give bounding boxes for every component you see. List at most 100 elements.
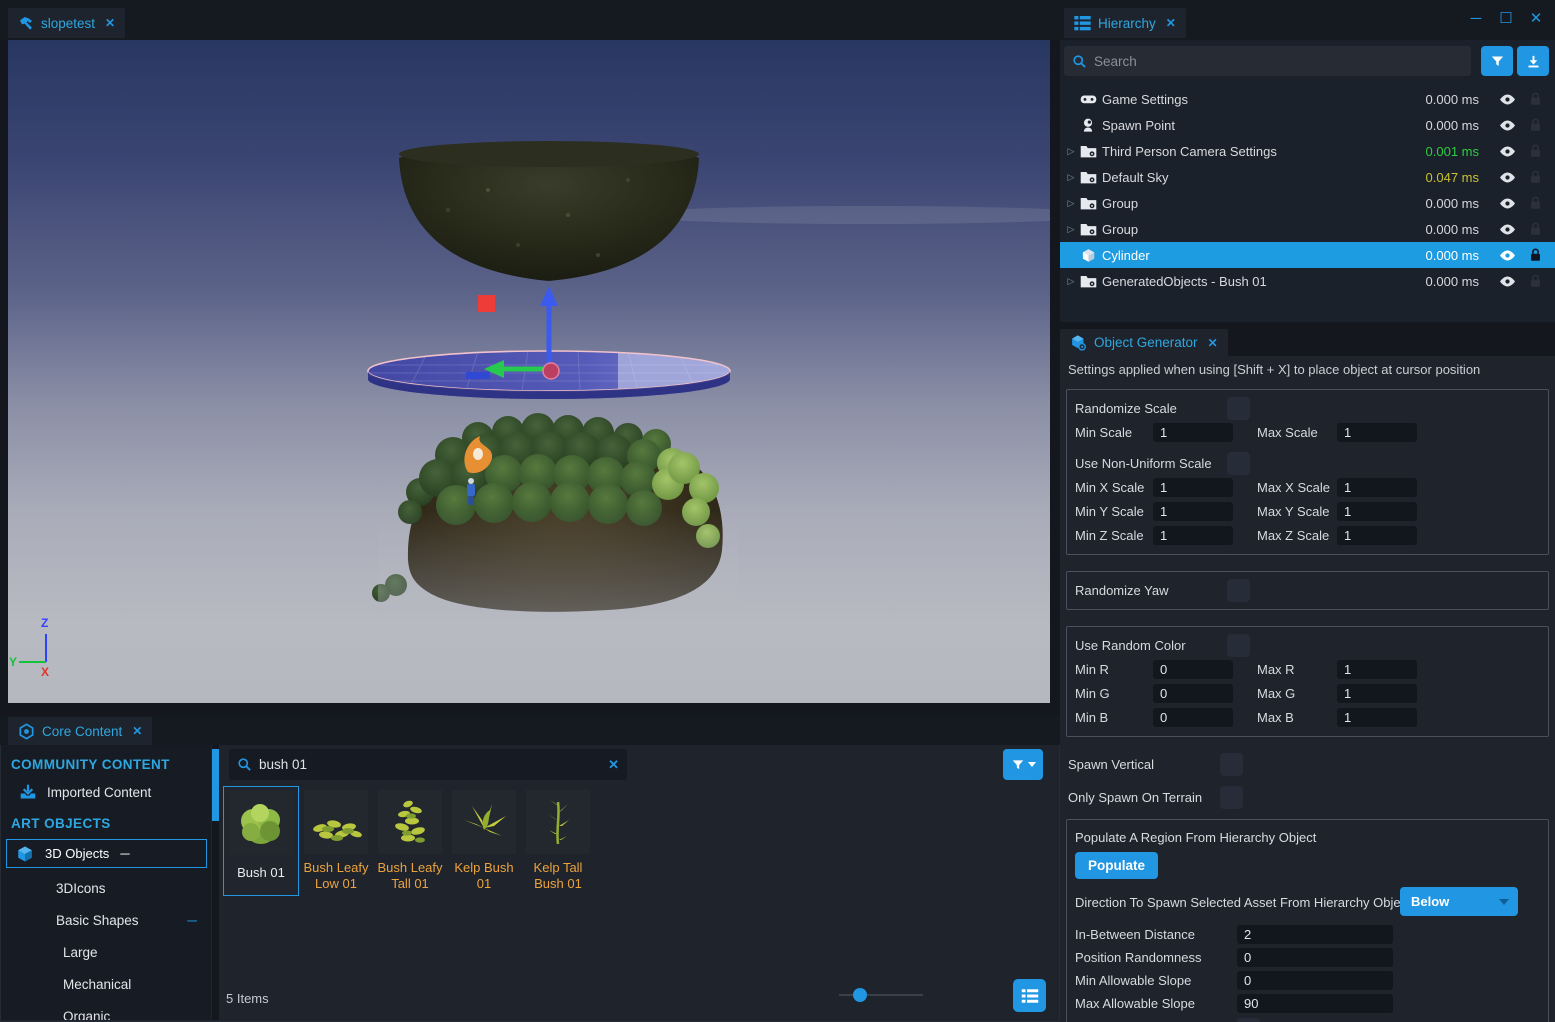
direction-dropdown[interactable]: Below xyxy=(1400,887,1518,916)
close-icon[interactable]: ✕ xyxy=(1166,16,1176,30)
hierarchy-row-cylinder[interactable]: Cylinder 0.000 ms xyxy=(1060,242,1555,268)
red-square-marker[interactable] xyxy=(478,295,495,312)
bush-island[interactable] xyxy=(372,413,738,630)
hierarchy-row-camera-settings[interactable]: ▷ Third Person Camera Settings 0.001 ms xyxy=(1060,138,1555,164)
asset-item-kelp-tall-bush-01[interactable]: Kelp Tall Bush 01 xyxy=(521,786,595,892)
max-z-scale-input[interactable] xyxy=(1337,526,1417,545)
put-objects-in-group-checkbox[interactable] xyxy=(1237,1018,1260,1022)
use-random-color-checkbox[interactable] xyxy=(1227,634,1250,657)
max-b-input[interactable] xyxy=(1337,708,1417,727)
view-mode-button[interactable] xyxy=(1013,979,1046,1012)
lock-icon[interactable] xyxy=(1521,118,1549,132)
asset-item-bush-leafy-low-01[interactable]: Bush Leafy Low 01 xyxy=(299,786,373,892)
lock-icon[interactable] xyxy=(1521,92,1549,106)
max-g-input[interactable] xyxy=(1337,684,1417,703)
sidebar-item-3d-objects[interactable]: 3D Objects ─ xyxy=(6,839,207,868)
max-scale-input[interactable] xyxy=(1337,423,1417,442)
funnel-icon xyxy=(1490,54,1505,69)
sidebar-item-mechanical[interactable]: Mechanical xyxy=(1,972,211,996)
sidebar-item-large[interactable]: Large xyxy=(1,940,211,964)
randomize-scale-checkbox[interactable] xyxy=(1227,397,1250,420)
slider-knob[interactable] xyxy=(853,988,867,1002)
max-r-input[interactable] xyxy=(1337,660,1417,679)
clear-search-icon[interactable]: ✕ xyxy=(608,757,619,773)
visibility-eye-icon[interactable] xyxy=(1493,249,1521,262)
asset-item-bush-leafy-tall-01[interactable]: Bush Leafy Tall 01 xyxy=(373,786,447,892)
expand-caret-icon[interactable]: ▷ xyxy=(1064,146,1078,157)
scrollbar-thumb[interactable] xyxy=(212,749,219,821)
lock-icon[interactable] xyxy=(1521,222,1549,236)
asset-search-input[interactable] xyxy=(259,757,601,772)
visibility-eye-icon[interactable] xyxy=(1493,145,1521,158)
lock-icon[interactable] xyxy=(1521,274,1549,288)
visibility-eye-icon[interactable] xyxy=(1493,275,1521,288)
position-randomness-input[interactable] xyxy=(1237,948,1393,967)
visibility-eye-icon[interactable] xyxy=(1493,197,1521,210)
sidebar-item-organic[interactable]: Organic xyxy=(1,1004,211,1020)
lock-icon[interactable] xyxy=(1521,144,1549,158)
maximize-button[interactable]: ☐ xyxy=(1497,9,1515,29)
sidebar-scrollbar[interactable] xyxy=(212,745,219,1020)
min-g-input[interactable] xyxy=(1153,684,1233,703)
sidebar-item-imported-content[interactable]: Imported Content xyxy=(1,780,211,804)
viewport-3d[interactable]: Z Y X xyxy=(8,40,1050,703)
asset-filter-button[interactable] xyxy=(1003,749,1043,780)
lock-icon[interactable] xyxy=(1521,196,1549,210)
player-character[interactable] xyxy=(467,478,475,505)
populate-button[interactable]: Populate xyxy=(1075,852,1158,879)
min-r-input[interactable] xyxy=(1153,660,1233,679)
core-content-tab[interactable]: Core Content ✕ xyxy=(8,717,152,745)
min-scale-input[interactable] xyxy=(1153,423,1233,442)
hierarchy-row-game-settings[interactable]: Game Settings 0.000 ms xyxy=(1060,86,1555,112)
hierarchy-search[interactable] xyxy=(1064,46,1471,76)
expand-caret-icon[interactable]: ▷ xyxy=(1064,198,1078,209)
min-x-scale-input[interactable] xyxy=(1153,478,1233,497)
asset-item-bush-01[interactable]: Bush 01 xyxy=(223,786,299,896)
visibility-eye-icon[interactable] xyxy=(1493,119,1521,132)
visibility-eye-icon[interactable] xyxy=(1493,93,1521,106)
hierarchy-tab[interactable]: Hierarchy ✕ xyxy=(1064,8,1186,38)
expand-caret-icon[interactable]: ▷ xyxy=(1064,276,1078,287)
randomize-yaw-checkbox[interactable] xyxy=(1227,579,1250,602)
max-allowable-slope-input[interactable] xyxy=(1237,994,1393,1013)
hierarchy-search-input[interactable] xyxy=(1094,54,1463,69)
sidebar-item-basic-shapes[interactable]: Basic Shapes ─ xyxy=(1,908,211,932)
hierarchy-row-group-1[interactable]: ▷ Group 0.000 ms xyxy=(1060,190,1555,216)
hierarchy-row-generated-objects[interactable]: ▷ GeneratedObjects - Bush 01 0.000 ms xyxy=(1060,268,1555,294)
only-spawn-on-terrain-checkbox[interactable] xyxy=(1220,786,1243,809)
minimize-button[interactable]: ─ xyxy=(1467,9,1485,29)
hierarchy-row-group-2[interactable]: ▷ Group 0.000 ms xyxy=(1060,216,1555,242)
object-generator-tab[interactable]: Object Generator ✕ xyxy=(1060,329,1228,356)
collapse-minus-icon[interactable]: ─ xyxy=(120,846,129,861)
use-non-uniform-scale-checkbox[interactable] xyxy=(1227,452,1250,475)
visibility-eye-icon[interactable] xyxy=(1493,171,1521,184)
visibility-eye-icon[interactable] xyxy=(1493,223,1521,236)
spawn-vertical-checkbox[interactable] xyxy=(1220,753,1243,776)
hierarchy-row-default-sky[interactable]: ▷ Default Sky 0.047 ms xyxy=(1060,164,1555,190)
max-x-scale-input[interactable] xyxy=(1337,478,1417,497)
expand-caret-icon[interactable]: ▷ xyxy=(1064,172,1078,183)
close-icon[interactable]: ✕ xyxy=(132,724,142,738)
expand-caret-icon[interactable]: ▷ xyxy=(1064,224,1078,235)
scene-tab[interactable]: slopetest ✕ xyxy=(8,8,125,38)
collapse-all-button[interactable] xyxy=(1517,46,1549,76)
lock-icon[interactable] xyxy=(1521,248,1549,262)
min-z-scale-input[interactable] xyxy=(1153,526,1233,545)
in-between-distance-input[interactable] xyxy=(1237,925,1393,944)
close-icon[interactable]: ✕ xyxy=(1208,336,1218,350)
min-b-input[interactable] xyxy=(1153,708,1233,727)
sidebar-item-3dicons[interactable]: 3DIcons xyxy=(1,876,211,900)
max-y-scale-input[interactable] xyxy=(1337,502,1417,521)
min-y-scale-input[interactable] xyxy=(1153,502,1233,521)
hierarchy-row-spawn-point[interactable]: Spawn Point 0.000 ms xyxy=(1060,112,1555,138)
asset-item-kelp-bush-01[interactable]: Kelp Bush 01 xyxy=(447,786,521,892)
close-icon[interactable]: ✕ xyxy=(105,16,115,30)
hierarchy-filter-button[interactable] xyxy=(1481,46,1513,76)
window-close-button[interactable]: ✕ xyxy=(1527,9,1545,29)
thumbnail-size-slider[interactable] xyxy=(839,994,923,996)
lock-icon[interactable] xyxy=(1521,170,1549,184)
min-allowable-slope-input[interactable] xyxy=(1237,971,1393,990)
asset-search[interactable]: ✕ xyxy=(229,749,627,780)
collapse-minus-icon[interactable]: ─ xyxy=(187,913,197,928)
top-island[interactable] xyxy=(399,141,699,281)
